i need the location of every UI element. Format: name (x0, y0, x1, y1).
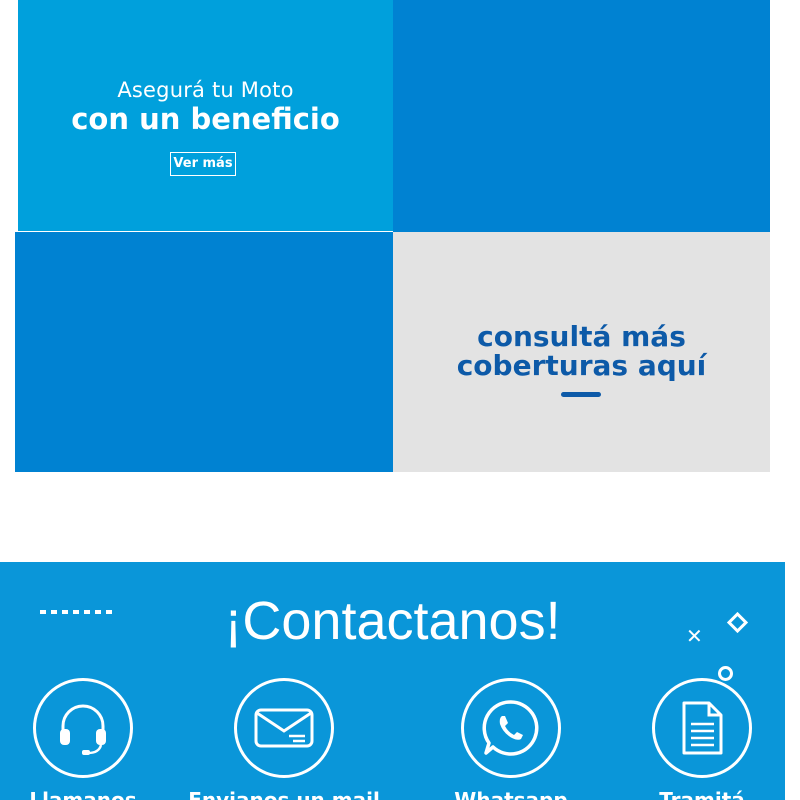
coverage-tile[interactable]: consultá más coberturas aquí (393, 232, 770, 472)
promo-tile-blank (393, 0, 770, 232)
promo-subtitle: Asegurá tu Moto (117, 78, 294, 102)
whatsapp-icon (461, 678, 561, 778)
contact-section: ¡Contactanos! ✕ Llamanos Envianos un mai… (0, 562, 785, 800)
coverage-underline (561, 392, 601, 397)
contact-label-call: Llamanos (29, 788, 137, 800)
coverage-link[interactable]: consultá más coberturas aquí (403, 322, 760, 380)
contact-label-tramites: Tramitá (659, 788, 745, 800)
promo-title: con un beneficio (71, 102, 340, 136)
headset-icon (33, 678, 133, 778)
document-icon (652, 678, 752, 778)
contact-item-whatsapp[interactable]: Whatsapp (454, 678, 568, 800)
promo-tile-moto[interactable]: Asegurá tu Moto con un beneficio Ver más (18, 0, 393, 231)
contact-label-whatsapp: Whatsapp (454, 788, 568, 800)
x-decoration-icon: ✕ (686, 624, 703, 648)
contact-item-tramites[interactable]: Tramitá (652, 678, 752, 800)
promo-tile-blank-2 (15, 232, 393, 472)
mail-icon (234, 678, 334, 778)
contact-item-call[interactable]: Llamanos (29, 678, 137, 800)
ver-mas-button[interactable]: Ver más (170, 152, 236, 176)
contact-title: ¡Contactanos! (224, 591, 561, 651)
contact-label-mail: Envianos un mail (188, 788, 380, 800)
contact-item-mail[interactable]: Envianos un mail (188, 678, 380, 800)
